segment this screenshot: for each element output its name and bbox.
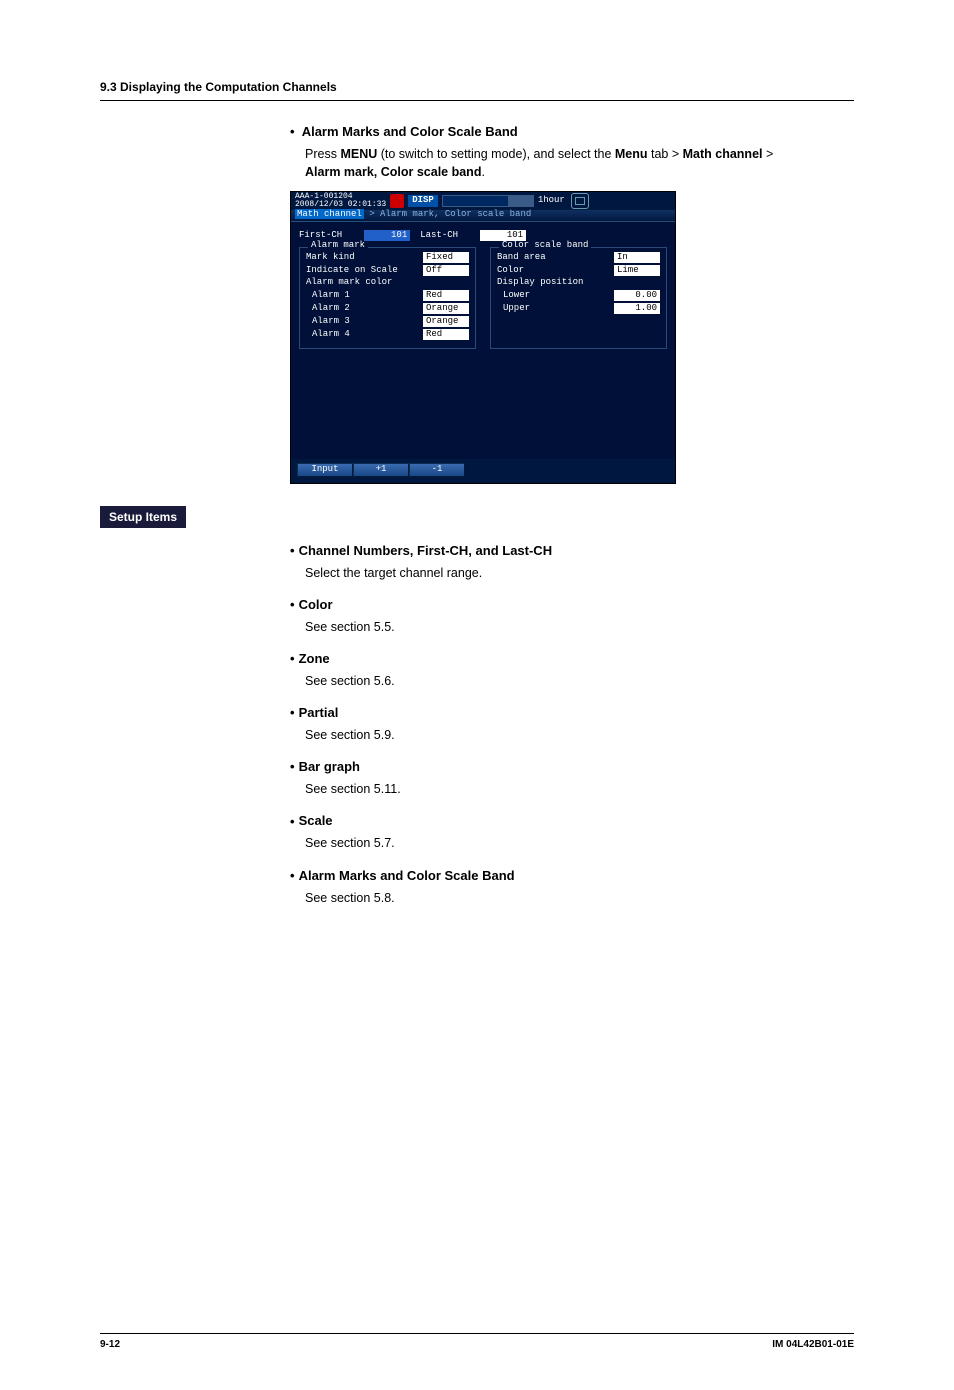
ss-body: First-CH 101 Last-CH 101 Alarm mark Mark… (291, 222, 675, 459)
bullet-icon: • (290, 542, 295, 561)
alarm4-field[interactable]: Red (423, 329, 469, 340)
list-item: • Color See section 5.5. (290, 596, 854, 636)
bullet-icon: • (290, 123, 295, 142)
band-color-label: Color (497, 266, 524, 276)
list-item: • Alarm Marks and Color Scale Band See se… (290, 867, 854, 907)
lower-label: Lower (497, 291, 530, 301)
menu-tab: Menu (615, 147, 648, 161)
item-title: Scale (299, 813, 333, 828)
item-title: Bar graph (299, 759, 360, 774)
alarm3-field[interactable]: Orange (423, 316, 469, 327)
section-header: 9.3 Displaying the Computation Channels (100, 80, 854, 101)
mark-kind-field[interactable]: Fixed (423, 252, 469, 263)
alarm-mark-group-title: Alarm mark (308, 241, 368, 251)
item-desc: See section 5.8. (305, 889, 854, 907)
list-item: • Scale See section 5.7. (290, 812, 854, 852)
media-icon (571, 193, 589, 209)
math-channel: Math channel (683, 147, 763, 161)
item-desc: Select the target channel range. (305, 564, 854, 582)
lower-field[interactable]: 0.00 (614, 290, 660, 301)
item-title: Partial (299, 705, 339, 720)
t1: Press (305, 147, 340, 161)
item-desc: See section 5.7. (305, 834, 854, 852)
alarm1-label: Alarm 1 (306, 291, 350, 301)
upper-label: Upper (497, 304, 530, 314)
doc-number: IM 04L42B01-01E (772, 1339, 854, 1350)
band-area-label: Band area (497, 253, 546, 263)
band-area-field[interactable]: In (614, 252, 660, 263)
minus-button[interactable]: -1 (409, 463, 465, 477)
list-item: • Zone See section 5.6. (290, 650, 854, 690)
gt: > (763, 147, 774, 161)
list-item: •Channel Numbers, First-CH, and Last-CH … (290, 542, 854, 582)
first-ch-label: First-CH (299, 231, 342, 241)
bullet-icon: • (290, 867, 295, 886)
period: . (481, 165, 484, 179)
item-desc: See section 5.11. (305, 780, 854, 798)
menu-word: MENU (340, 147, 377, 161)
alarm2-field[interactable]: Orange (423, 303, 469, 314)
intro-heading: • Alarm Marks and Color Scale Band (290, 123, 854, 142)
bullet-icon: • (290, 813, 295, 832)
alarm-mark-path: Alarm mark, Color scale band (305, 165, 481, 179)
button-bar: Input +1 -1 (291, 459, 675, 483)
alarm4-label: Alarm 4 (306, 330, 350, 340)
input-button[interactable]: Input (297, 463, 353, 477)
setup-items-row: Setup Items (100, 506, 854, 528)
first-ch-field[interactable]: 101 (364, 230, 410, 241)
bullet-icon: • (290, 650, 295, 669)
breadcrumb-active[interactable]: Math channel (295, 209, 364, 219)
breadcrumb: Math channel > Alarm mark, Color scale b… (291, 210, 675, 222)
alarm3-label: Alarm 3 (306, 317, 350, 327)
bullet-icon: • (290, 704, 295, 723)
alarm1-field[interactable]: Red (423, 290, 469, 301)
breadcrumb-path: > Alarm mark, Color scale band (364, 209, 531, 219)
disp-pos-label: Display position (497, 278, 583, 288)
t2: (to switch to setting mode), and select … (377, 147, 615, 161)
ss-header: AAA-1-001204 2008/12/03 02:01:33 DISP 1h… (291, 192, 675, 210)
page-number: 9-12 (100, 1339, 120, 1350)
mark-kind-label: Mark kind (306, 253, 355, 263)
page-footer: 9-12 IM 04L42B01-01E (100, 1333, 854, 1350)
time-scale: 1hour (538, 196, 565, 206)
device-screenshot: AAA-1-001204 2008/12/03 02:01:33 DISP 1h… (290, 191, 676, 484)
indicate-field[interactable]: Off (423, 265, 469, 276)
bullet-icon: • (290, 758, 295, 777)
list-item: • Partial See section 5.9. (290, 704, 854, 744)
setup-items-list: •Channel Numbers, First-CH, and Last-CH … (290, 542, 854, 907)
band-color-field[interactable]: Lime (614, 265, 660, 276)
indicate-label: Indicate on Scale (306, 266, 398, 276)
alarm-color-label: Alarm mark color (306, 278, 392, 288)
alarm2-label: Alarm 2 (306, 304, 350, 314)
item-title: Color (299, 597, 333, 612)
item-desc: See section 5.9. (305, 726, 854, 744)
item-desc: See section 5.5. (305, 618, 854, 636)
progress-bar (442, 195, 534, 207)
bullet-icon: • (290, 596, 295, 615)
item-title: Channel Numbers, First-CH, and Last-CH (299, 543, 553, 558)
setup-items-label: Setup Items (100, 506, 186, 528)
alert-icon (390, 194, 404, 208)
item-title: Zone (299, 651, 330, 666)
last-ch-label: Last-CH (420, 231, 458, 241)
item-desc: See section 5.6. (305, 672, 854, 690)
intro-block: • Alarm Marks and Color Scale Band Press… (290, 123, 854, 181)
color-band-group-title: Color scale band (499, 241, 591, 251)
intro-title: Alarm Marks and Color Scale Band (302, 124, 518, 139)
plus-button[interactable]: +1 (353, 463, 409, 477)
t3: tab > (648, 147, 683, 161)
device-datetime: 2008/12/03 02:01:33 (295, 201, 386, 209)
intro-text: Press MENU (to switch to setting mode), … (305, 145, 854, 181)
mode-label: DISP (408, 195, 438, 207)
item-title: Alarm Marks and Color Scale Band (299, 868, 515, 883)
list-item: • Bar graph See section 5.11. (290, 758, 854, 798)
upper-field[interactable]: 1.00 (614, 303, 660, 314)
